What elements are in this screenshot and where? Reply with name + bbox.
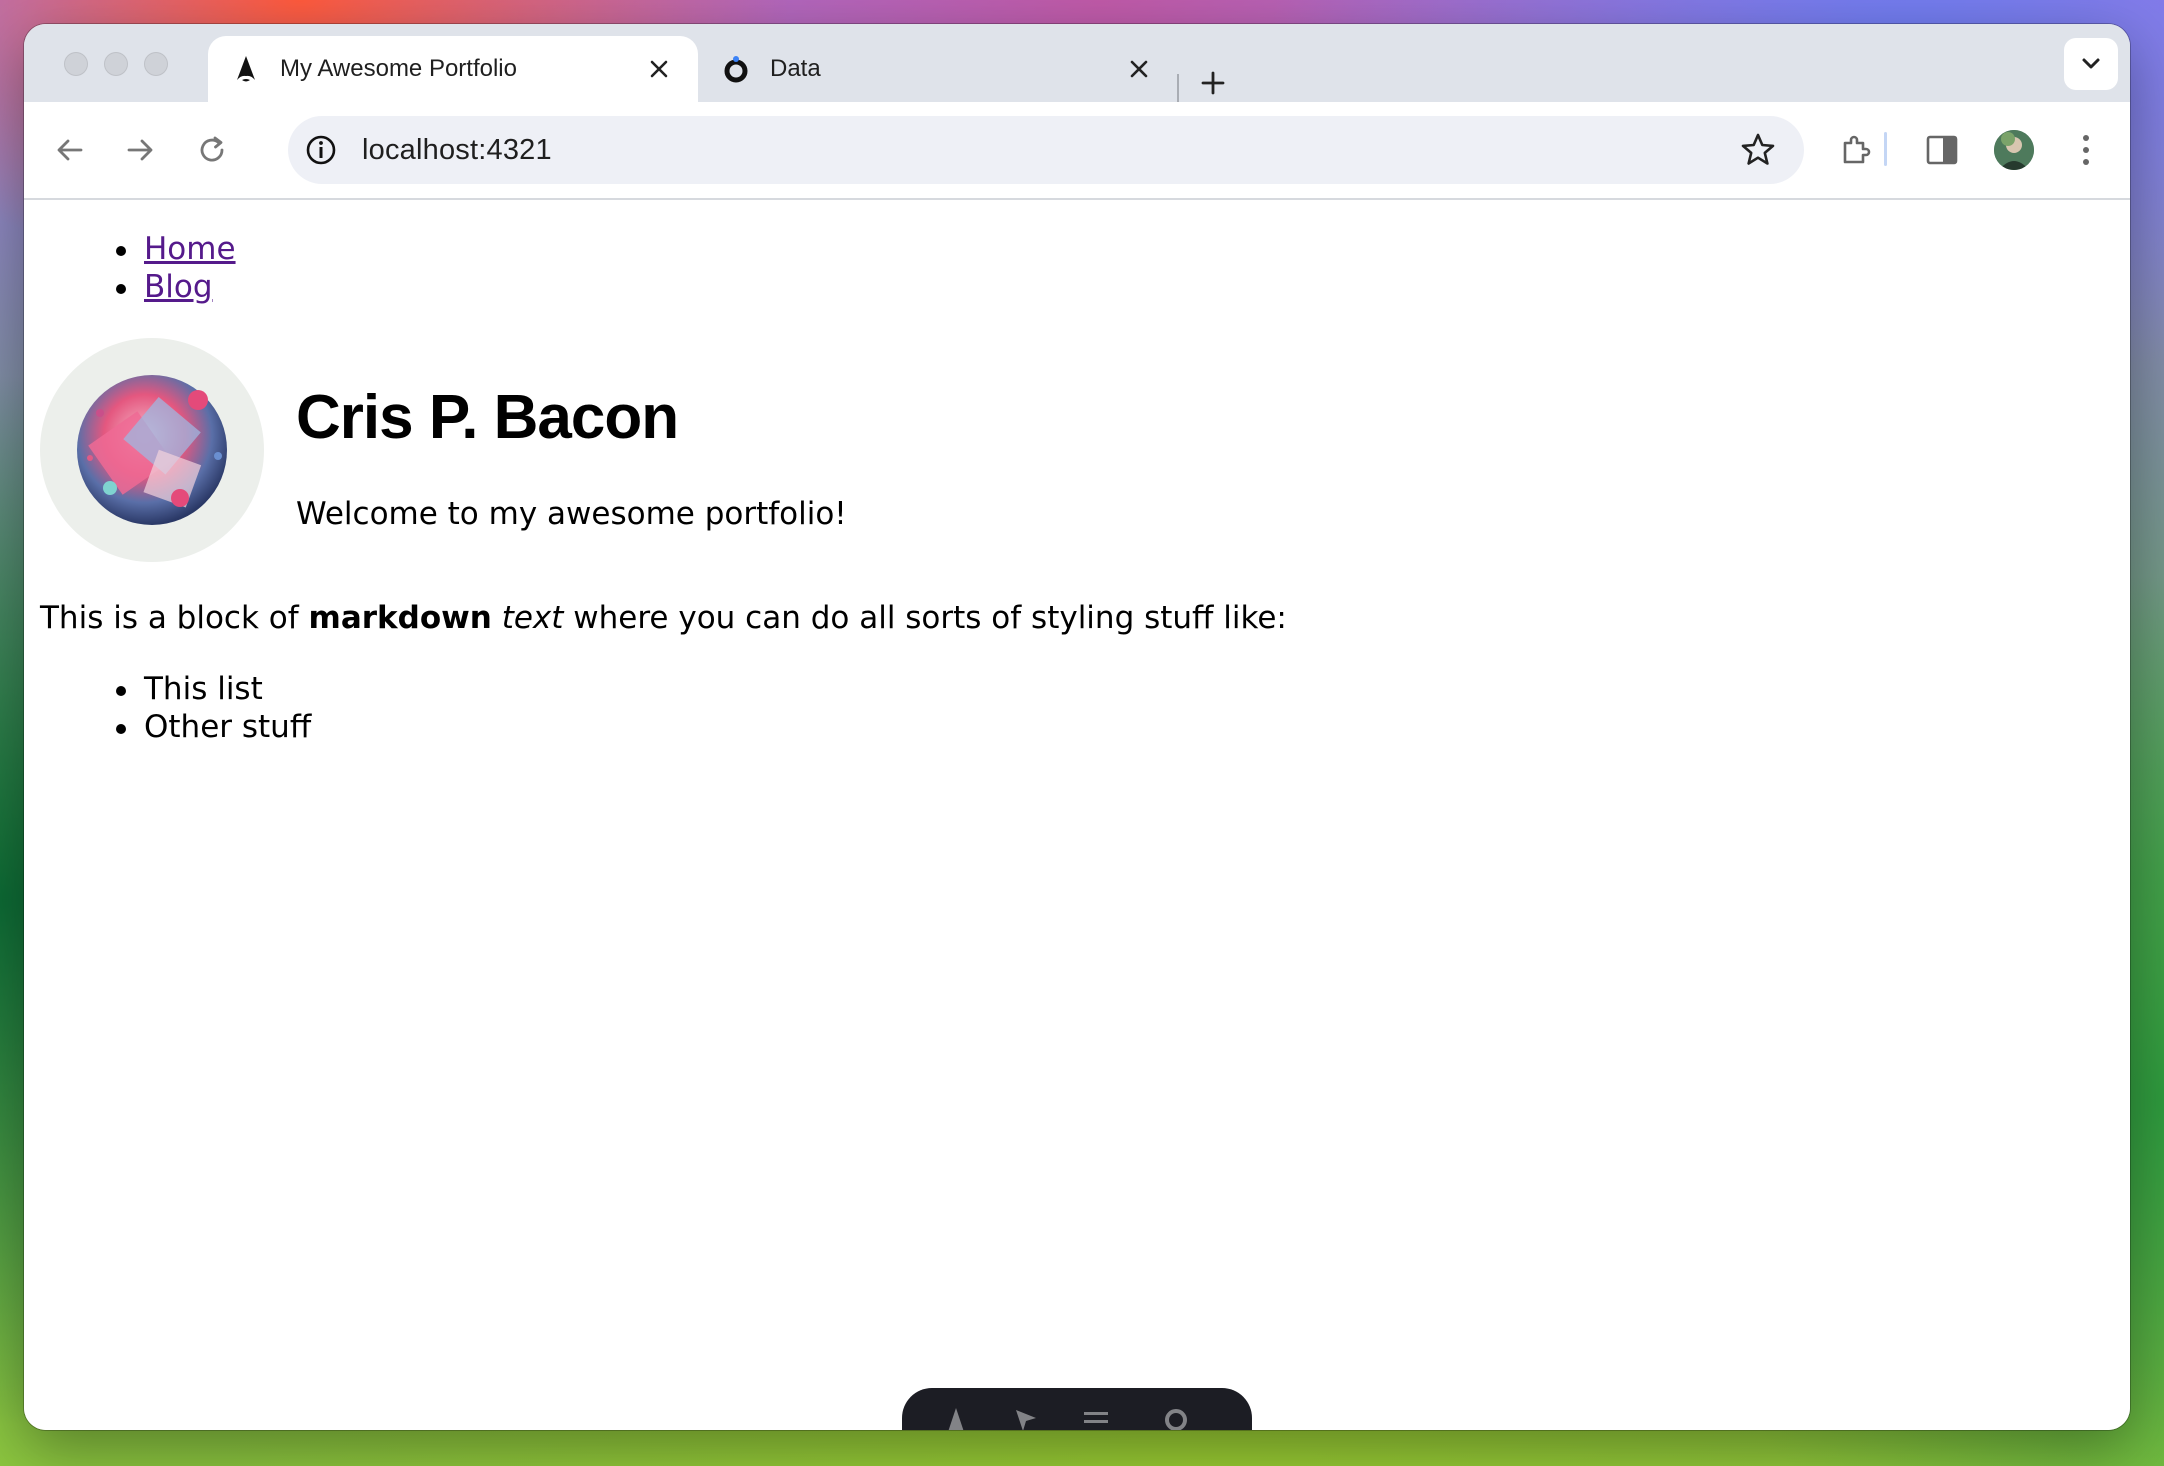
browser-window: My Awesome Portfolio Data localhost:4321… <box>24 24 2130 1430</box>
tab-strip: My Awesome Portfolio Data <box>24 24 2130 106</box>
gear-icon[interactable] <box>1162 1406 1190 1430</box>
blog-link[interactable]: Blog <box>144 269 213 305</box>
markdown-text: This is a block of <box>40 600 309 636</box>
list-item: Other stuff <box>80 708 311 746</box>
more-vertical-icon <box>2083 135 2089 165</box>
markdown-text <box>492 600 502 636</box>
markdown-list: This list Other stuff <box>80 670 311 746</box>
profile-image <box>40 338 264 562</box>
page-content: Home Blog Cris P. Bacon Welcome to my aw… <box>24 200 2130 1430</box>
close-icon[interactable] <box>642 52 676 86</box>
tab-title: Data <box>770 55 821 82</box>
arrow-right-icon <box>127 139 153 161</box>
extensions-button[interactable] <box>1834 128 1878 172</box>
avatar[interactable] <box>1994 130 2034 170</box>
site-nav: Home Blog <box>80 230 236 306</box>
toolbar-divider <box>1884 132 1887 166</box>
new-tab-button[interactable] <box>1194 64 1232 102</box>
browser-toolbar: localhost:4321 <box>24 102 2130 200</box>
address-bar[interactable]: localhost:4321 <box>288 116 1804 184</box>
close-window-button[interactable] <box>64 52 88 76</box>
data-icon <box>722 55 750 83</box>
arrow-left-icon <box>57 139 83 161</box>
forward-button[interactable] <box>116 126 164 174</box>
chevron-down-icon <box>2082 58 2100 69</box>
markdown-bold-text: markdown <box>308 600 492 636</box>
url-text[interactable]: localhost:4321 <box>362 134 552 167</box>
markdown-italic-text: text <box>501 600 564 636</box>
maximize-window-button[interactable] <box>144 52 168 76</box>
side-panel-icon <box>1926 135 1958 165</box>
page-subtitle: Welcome to my awesome portfolio! <box>296 496 847 532</box>
close-icon[interactable] <box>1122 52 1156 86</box>
astro-icon <box>232 55 260 83</box>
dev-toolbar[interactable] <box>902 1388 1252 1430</box>
nav-item-home: Home <box>80 230 236 268</box>
back-button[interactable] <box>46 126 94 174</box>
tab-search-button[interactable] <box>2064 38 2118 90</box>
list-icon[interactable] <box>1082 1406 1110 1430</box>
list-item: This list <box>80 670 311 708</box>
astro-icon[interactable] <box>942 1406 970 1430</box>
plus-icon <box>1201 71 1225 95</box>
reload-button[interactable] <box>188 126 236 174</box>
markdown-text: where you can do all sorts of styling st… <box>563 600 1287 636</box>
site-info-icon[interactable] <box>304 133 338 167</box>
tab-my-awesome-portfolio[interactable]: My Awesome Portfolio <box>208 36 698 102</box>
minimize-window-button[interactable] <box>104 52 128 76</box>
home-link[interactable]: Home <box>144 231 236 267</box>
markdown-paragraph: This is a block of markdown text where y… <box>40 600 1287 636</box>
reload-icon <box>200 136 224 162</box>
nav-item-blog: Blog <box>80 268 236 306</box>
tab-title: My Awesome Portfolio <box>280 55 517 82</box>
menu-button[interactable] <box>2064 128 2108 172</box>
side-panel-button[interactable] <box>1920 128 1964 172</box>
tab-data[interactable]: Data <box>698 36 1178 102</box>
star-icon[interactable] <box>1740 132 1776 168</box>
page-title: Cris P. Bacon <box>296 383 679 452</box>
puzzle-icon <box>1843 135 1871 164</box>
cursor-icon[interactable] <box>1012 1406 1040 1430</box>
